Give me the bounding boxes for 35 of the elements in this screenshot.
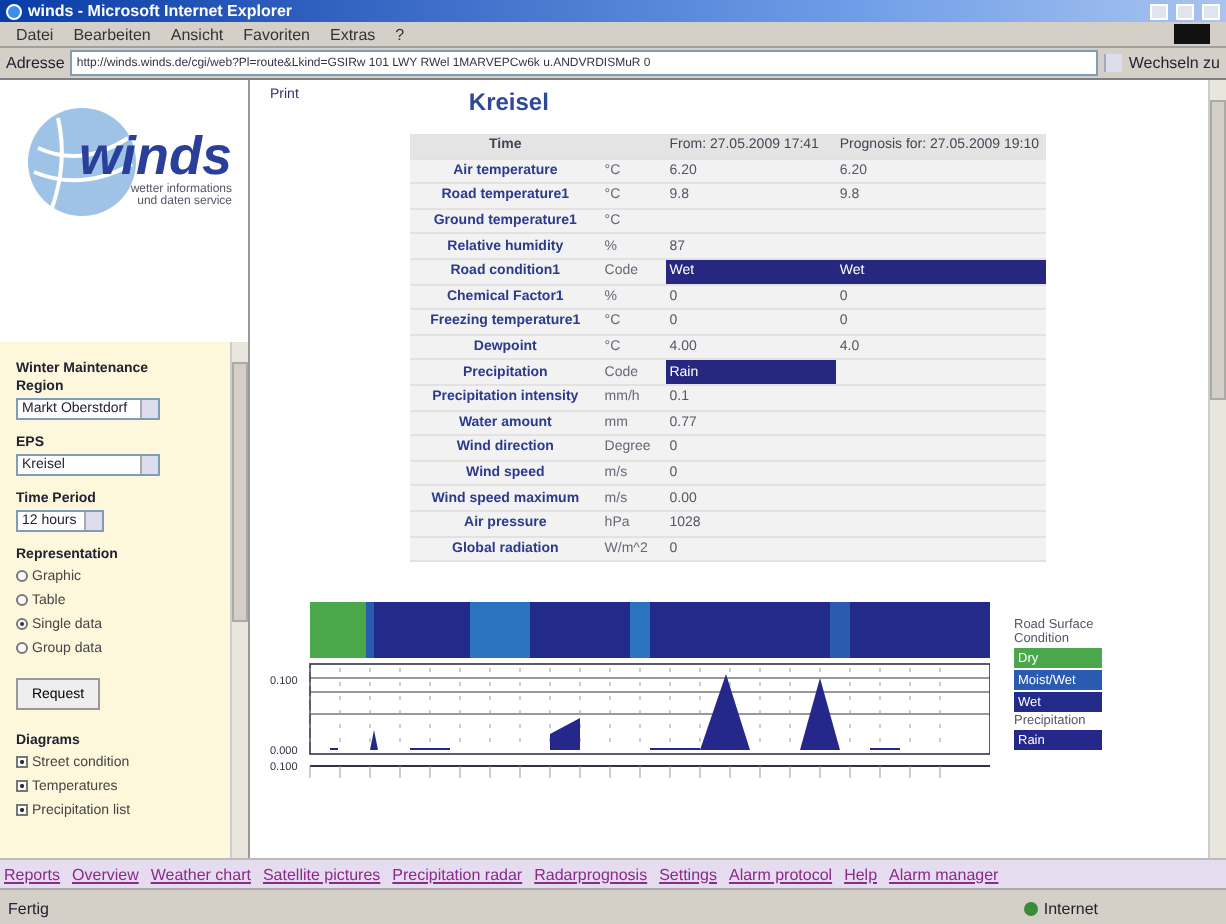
browser-icon <box>6 3 22 19</box>
nav-link[interactable]: Reports <box>4 865 61 883</box>
windows-logo-icon <box>1174 24 1210 44</box>
menu-item[interactable]: Extras <box>329 25 376 43</box>
menu-item[interactable]: Datei <box>16 25 54 43</box>
radio-button[interactable] <box>16 594 28 606</box>
radio-button[interactable] <box>16 642 28 654</box>
nav-link[interactable]: Overview <box>72 865 139 883</box>
status-text: Fertig <box>8 899 49 917</box>
checkbox[interactable] <box>16 804 28 816</box>
menu-item[interactable]: Bearbeiten <box>73 25 151 43</box>
menu-item[interactable]: Ansicht <box>170 25 224 43</box>
globe-icon <box>1023 901 1038 915</box>
nav-link[interactable]: Settings <box>659 865 717 883</box>
page-title: Kreisel <box>468 88 549 116</box>
checkbox[interactable] <box>16 756 28 768</box>
zone-label: Internet <box>1043 899 1098 917</box>
nav-link[interactable]: Satellite pictures <box>262 865 381 883</box>
nav-link[interactable]: Radarprognosis <box>534 865 648 883</box>
radio-button[interactable] <box>16 570 28 582</box>
nav-link[interactable]: Help <box>844 865 878 883</box>
scrollbar[interactable] <box>1208 80 1226 858</box>
nav-link[interactable]: Alarm manager <box>889 865 999 883</box>
nav-link[interactable]: Weather chart <box>150 865 251 883</box>
window-title: winds - Microsoft Internet Explorer <box>28 2 295 20</box>
nav-link[interactable]: Alarm protocol <box>728 865 833 883</box>
address-label: Adresse <box>6 54 65 72</box>
menu-item[interactable]: ? <box>395 25 405 43</box>
nav-link[interactable]: Precipitation radar <box>392 865 523 883</box>
go-button[interactable]: Wechseln zu <box>1128 54 1220 72</box>
logo-wordmark: winds <box>78 130 232 184</box>
radio-button[interactable] <box>16 618 28 630</box>
scrollbar[interactable] <box>230 342 248 858</box>
checkbox[interactable] <box>16 780 28 792</box>
menu-item[interactable]: Favoriten <box>243 25 310 43</box>
